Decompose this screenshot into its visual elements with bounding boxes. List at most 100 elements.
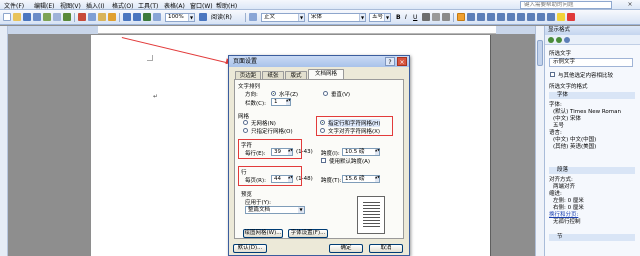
open-folder-icon[interactable] [13,13,21,21]
toolbar-separator [119,13,120,22]
italic-button[interactable]: I [405,13,407,22]
highlight-icon[interactable] [557,13,565,21]
help-icon[interactable] [199,13,207,21]
char-shading-icon[interactable] [432,13,440,21]
preview-label: 预览 [241,192,253,198]
copy-icon[interactable] [88,13,96,21]
bold-button[interactable]: B [396,13,401,22]
save-icon[interactable] [23,13,31,21]
ruler-margin-left [8,26,98,34]
home-icon[interactable] [564,37,570,43]
cut-icon[interactable] [78,13,86,21]
table-icon[interactable] [153,13,161,21]
no-grid-label: 无网格(N) [251,121,276,127]
spin-arrows-icon[interactable]: ▲▼ [375,149,380,155]
menu-tools[interactable]: 工具(T) [138,1,158,10]
char-scale-icon[interactable] [442,13,450,21]
horizontal-label: 水平(Z) [279,92,299,98]
size-select[interactable]: 五号 ▼ [369,13,391,22]
horizontal-ruler[interactable] [8,26,543,34]
char-border-icon[interactable] [422,13,430,21]
spin-arrows-icon[interactable]: ▲▼ [375,176,380,182]
hyperlink-icon[interactable] [143,13,151,21]
undo-icon[interactable] [123,13,131,21]
redo-icon[interactable] [133,13,141,21]
close-icon[interactable]: × [397,57,407,66]
menu-file[interactable]: 文件(F) [4,1,24,10]
decrease-indent-icon[interactable] [527,13,535,21]
line-spacing-icon[interactable] [497,13,505,21]
page-setup-dialog: 页面设置 ? × 页边距 纸张 版式 文档网格 文字排列 方向: 水平(Z) 垂… [228,55,410,256]
style-select[interactable]: 正文 ▼ [261,13,305,22]
taskpane-title: 显示格式 [548,27,571,33]
forward-icon[interactable] [556,37,562,43]
line-grid-radio[interactable] [243,128,248,133]
toolbar-separator [245,13,246,22]
menu-insert[interactable]: 插入(I) [86,1,104,10]
compare-checkbox[interactable] [550,72,555,77]
back-icon[interactable] [548,37,554,43]
spelling-icon[interactable] [63,13,71,21]
columns-value: 1 [274,99,278,105]
font-select[interactable]: 宋体 ▼ [308,13,366,22]
outside-border-icon[interactable] [547,13,555,21]
horizontal-radio[interactable] [271,91,276,96]
print-icon[interactable] [43,13,51,21]
zoom-select[interactable]: 100% ▼ [165,13,195,22]
menu-view[interactable]: 视图(V) [60,1,81,10]
spin-arrows-icon[interactable]: ▲▼ [286,99,291,105]
menu-table[interactable]: 表格(A) [164,1,185,10]
columns-stepper[interactable]: 1 ▲▼ [271,98,291,106]
font-settings-button[interactable]: 字体设置(F)... [288,229,328,238]
menu-window[interactable]: 窗口(W) [190,1,213,10]
help-icon[interactable]: ? [385,57,395,66]
vertical-radio[interactable] [323,91,328,96]
no-grid-radio[interactable] [243,120,248,125]
menu-help[interactable]: 帮助(H) [216,1,237,10]
scrollbar-thumb[interactable] [537,40,543,66]
align-justify-icon[interactable] [457,13,465,21]
line-pitch-label: 跨度(T): [321,178,342,184]
dialog-titlebar[interactable]: 页面设置 ? × [229,56,409,67]
increase-indent-icon[interactable] [537,13,545,21]
highlight-box-grid [316,116,393,136]
paste-icon[interactable] [98,13,106,21]
char-pitch-stepper[interactable]: 10.5 磅 ▲▼ [342,148,380,156]
font-section-header[interactable]: 字体 [549,92,635,99]
close-document-icon[interactable]: × [626,1,634,9]
numbering-icon[interactable] [507,13,515,21]
chevron-down-icon: ▼ [298,14,304,21]
chevron-down-icon: ▼ [188,14,194,21]
draw-grid-button[interactable]: 绘图网格(W)... [243,229,283,238]
bullets-icon[interactable] [517,13,525,21]
highlight-box-chars [238,139,302,159]
permission-icon[interactable] [33,13,41,21]
font-color-icon[interactable] [567,13,575,21]
align-center-icon[interactable] [467,13,475,21]
sample-text-box[interactable]: 示例文字 [549,58,633,67]
read-mode-button[interactable]: 阅读(R) [211,13,232,22]
cancel-button[interactable]: 取消 [369,244,403,253]
underline-button[interactable]: U [413,13,417,22]
line-pitch-stepper[interactable]: 15.6 磅 ▲▼ [342,175,380,183]
default-pitch-checkbox[interactable] [321,158,326,163]
print-preview-icon[interactable] [53,13,61,21]
format-of-label: 所选文字的格式 [549,84,588,90]
paragraph-section-header[interactable]: 段落 [549,167,635,174]
styles-icon[interactable] [249,13,257,21]
new-document-icon[interactable] [3,13,11,21]
align-right-icon[interactable] [477,13,485,21]
apply-to-select[interactable]: 整篇文档 ▼ [245,206,305,214]
dialog-title: 页面设置 [233,58,258,65]
vertical-scrollbar[interactable] [535,26,544,256]
selected-text-label: 所选文字 [549,51,572,57]
help-search-input[interactable]: 键入需要帮助的问题 [520,1,612,9]
distribute-icon[interactable] [487,13,495,21]
menu-format[interactable]: 格式(O) [112,1,133,10]
menu-edit[interactable]: 编辑(E) [34,1,54,10]
ok-button[interactable]: 确定 [329,244,363,253]
default-button[interactable]: 默认(D)... [233,244,267,253]
format-painter-icon[interactable] [108,13,116,21]
apply-to-label: 应用于(Y): [245,200,272,206]
section-section-header[interactable]: 节 [549,234,635,241]
